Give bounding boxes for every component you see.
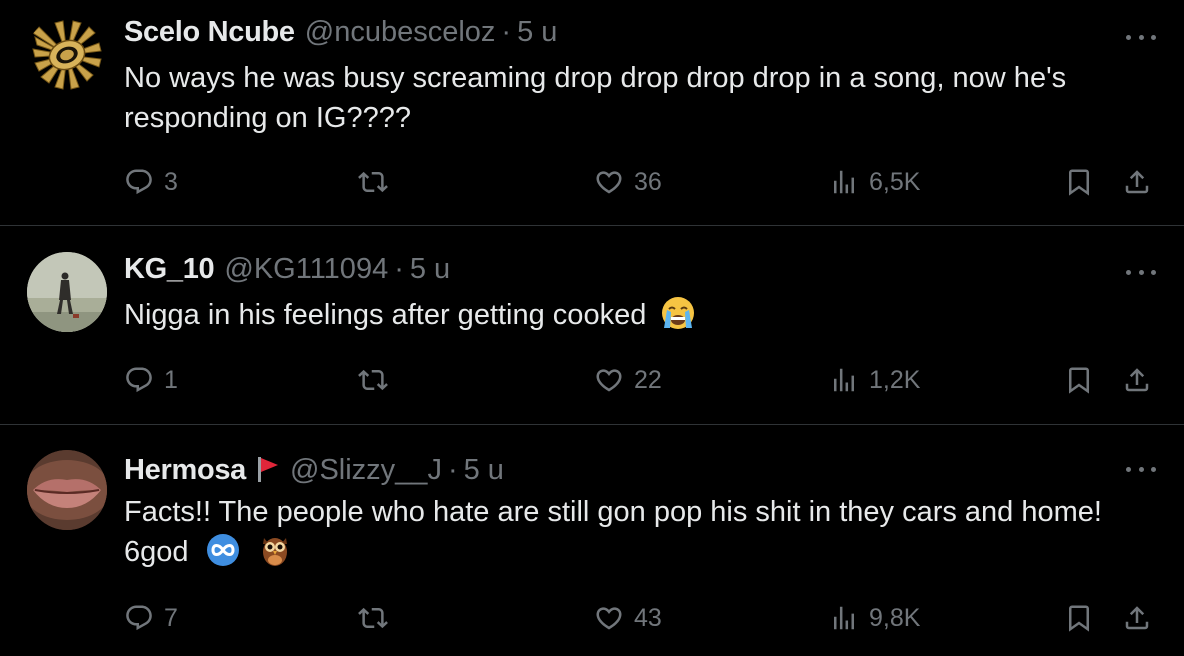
reply-button[interactable]: 7 xyxy=(124,598,178,638)
more-options-icon[interactable] xyxy=(1126,33,1156,41)
views-count: 9,8K xyxy=(869,603,921,632)
tweet[interactable]: Scelo Ncube @ncubesceloz · 5 u No ways h… xyxy=(0,0,1184,226)
reply-button[interactable]: 1 xyxy=(124,360,178,400)
reply-count: 7 xyxy=(164,603,178,632)
tweet-text-line: No ways he was busy screaming drop drop … xyxy=(124,62,1067,94)
views-button[interactable]: 1,2K xyxy=(829,360,920,400)
tweet-header: Hermosa @Slizzy__J · 5 u xyxy=(124,451,504,487)
user-handle[interactable]: @KG111094 xyxy=(224,253,388,286)
reply-button[interactable]: 3 xyxy=(124,162,178,202)
tweet-header: Scelo Ncube @ncubesceloz · 5 u xyxy=(124,16,557,50)
retweet-button[interactable] xyxy=(358,360,388,400)
user-handle[interactable]: @ncubesceloz xyxy=(305,16,496,49)
owl-icon xyxy=(262,538,287,567)
share-icon xyxy=(1125,170,1149,194)
retweet-icon xyxy=(358,171,388,193)
timestamp[interactable]: 5 u xyxy=(464,454,504,487)
views-button[interactable]: 9,8K xyxy=(829,598,920,638)
reply-icon xyxy=(126,605,152,631)
action-bar: 3 36 6,5K xyxy=(124,162,1164,202)
reply-count: 3 xyxy=(164,167,178,196)
views-button[interactable]: 6,5K xyxy=(829,162,920,202)
timestamp[interactable]: 5 u xyxy=(410,253,450,286)
like-count: 43 xyxy=(634,603,662,632)
retweet-icon xyxy=(358,607,388,629)
views-icon xyxy=(834,606,854,630)
tweet[interactable]: Hermosa @Slizzy__J · 5 u Facts!! The peo… xyxy=(0,426,1184,656)
retweet-button[interactable] xyxy=(358,598,388,638)
bookmark-icon xyxy=(1069,367,1089,394)
retweet-icon xyxy=(358,369,388,391)
display-name[interactable]: Hermosa xyxy=(124,454,246,487)
action-bar: 7 43 9,8K xyxy=(124,598,1164,638)
reply-count: 1 xyxy=(164,365,178,394)
separator: · xyxy=(447,454,458,486)
heart-icon xyxy=(596,171,622,194)
more-options-icon[interactable] xyxy=(1126,268,1156,276)
views-icon xyxy=(834,368,854,392)
share-icon xyxy=(1125,606,1149,630)
tweet-text: Nigga in his feelings after getting cook… xyxy=(124,295,1164,335)
person-in-snow-photo xyxy=(27,252,107,332)
views-count: 6,5K xyxy=(869,167,921,196)
like-count: 36 xyxy=(634,167,662,196)
separator: · xyxy=(394,253,404,285)
tweet-text-line: Facts!! The people who hate are still go… xyxy=(124,496,1102,528)
infinity-icon xyxy=(206,534,239,567)
share-button[interactable] xyxy=(1122,162,1152,202)
heart-icon xyxy=(596,369,622,392)
red-flag-icon xyxy=(258,457,279,482)
bookmark-button[interactable] xyxy=(1064,162,1094,202)
tweet[interactable]: KG_10 @KG111094 · 5 u Nigga in his feeli… xyxy=(0,227,1184,425)
action-bar: 1 22 1,2K xyxy=(124,360,1164,400)
share-button[interactable] xyxy=(1122,598,1152,638)
tweet-text: No ways he was busy screaming drop drop … xyxy=(124,58,1164,138)
display-name[interactable]: Scelo Ncube xyxy=(124,16,295,49)
display-name[interactable]: KG_10 xyxy=(124,253,215,286)
retweet-button[interactable] xyxy=(358,162,388,202)
share-button[interactable] xyxy=(1122,360,1152,400)
tweet-text-line: 6god xyxy=(124,536,189,568)
bookmark-icon xyxy=(1069,169,1089,196)
views-count: 1,2K xyxy=(869,365,921,394)
more-options-icon[interactable] xyxy=(1126,465,1156,473)
tweet-text-line: responding on IG???? xyxy=(124,102,411,134)
bookmark-icon xyxy=(1069,605,1089,632)
views-icon xyxy=(834,170,854,194)
loudly-crying-face-icon xyxy=(662,297,695,330)
avatar[interactable] xyxy=(27,450,107,530)
reply-icon xyxy=(126,169,152,195)
bookmark-button[interactable] xyxy=(1064,598,1094,638)
lips-closeup-photo xyxy=(27,450,107,530)
reply-icon xyxy=(126,367,152,393)
avatar[interactable] xyxy=(27,15,107,95)
kaizer-chiefs-logo xyxy=(32,20,102,90)
like-button[interactable]: 43 xyxy=(594,598,662,638)
heart-icon xyxy=(596,607,622,630)
share-icon xyxy=(1125,368,1149,392)
reply-feed: Scelo Ncube @ncubesceloz · 5 u No ways h… xyxy=(0,0,1184,656)
tweet-header: KG_10 @KG111094 · 5 u xyxy=(124,253,450,287)
like-count: 22 xyxy=(634,365,662,394)
avatar[interactable] xyxy=(27,252,107,332)
timestamp[interactable]: 5 u xyxy=(517,16,557,49)
user-handle[interactable]: @Slizzy__J xyxy=(290,454,442,487)
tweet-text: Facts!! The people who hate are still go… xyxy=(124,492,1164,572)
bookmark-button[interactable] xyxy=(1064,360,1094,400)
separator: · xyxy=(501,16,512,48)
tweet-text-line: Nigga in his feelings after getting cook… xyxy=(124,299,647,331)
like-button[interactable]: 36 xyxy=(594,162,662,202)
like-button[interactable]: 22 xyxy=(594,360,662,400)
